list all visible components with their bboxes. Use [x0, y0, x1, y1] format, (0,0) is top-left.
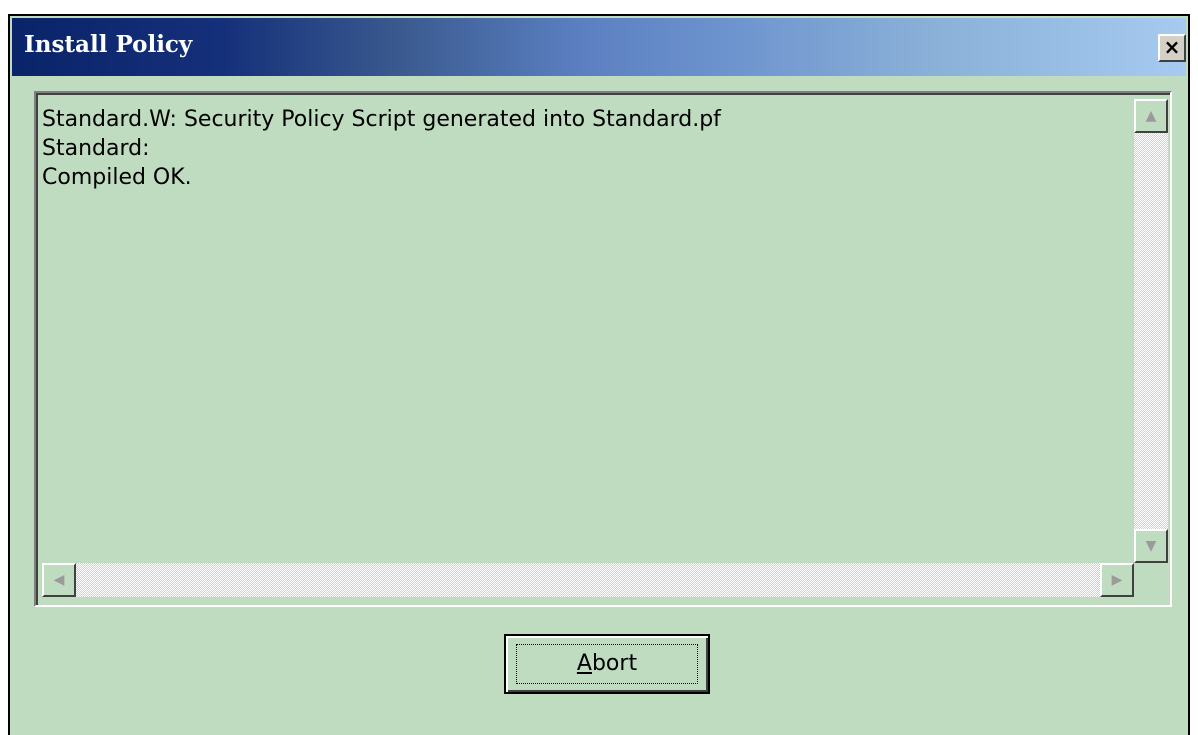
abort-button[interactable]: Abort	[504, 634, 710, 694]
log-output-box[interactable]: Standard.W: Security Policy Script gener…	[34, 91, 1172, 607]
scroll-right-button[interactable]: ▶	[1100, 563, 1134, 597]
horizontal-scrollbar[interactable]: ◀ ▶	[42, 563, 1134, 597]
close-button[interactable]: ×	[1158, 34, 1186, 62]
window-title: Install Policy	[24, 31, 193, 58]
abort-mnemonic: A	[576, 651, 592, 676]
scroll-left-button[interactable]: ◀	[42, 563, 76, 597]
arrow-right-icon: ▶	[1111, 572, 1123, 588]
log-text: Standard.W: Security Policy Script gener…	[42, 105, 1122, 192]
abort-focus-rect: Abort	[516, 644, 698, 684]
close-icon: ×	[1163, 35, 1181, 59]
scroll-up-button[interactable]: ▲	[1134, 99, 1168, 133]
arrow-up-icon: ▲	[1145, 108, 1157, 124]
arrow-left-icon: ◀	[53, 572, 65, 588]
install-policy-dialog: Install Policy × Standard.W: Security Po…	[8, 14, 1190, 735]
log-line: Standard.W: Security Policy Script gener…	[42, 107, 721, 132]
abort-label: bort	[591, 651, 638, 676]
log-line: Compiled OK.	[42, 165, 192, 190]
log-line: Standard:	[42, 136, 150, 161]
title-bar[interactable]: Install Policy ×	[12, 18, 1186, 76]
arrow-down-icon: ▼	[1145, 538, 1157, 554]
vertical-scrollbar[interactable]: ▲ ▼	[1134, 99, 1168, 563]
scroll-down-button[interactable]: ▼	[1134, 529, 1168, 563]
